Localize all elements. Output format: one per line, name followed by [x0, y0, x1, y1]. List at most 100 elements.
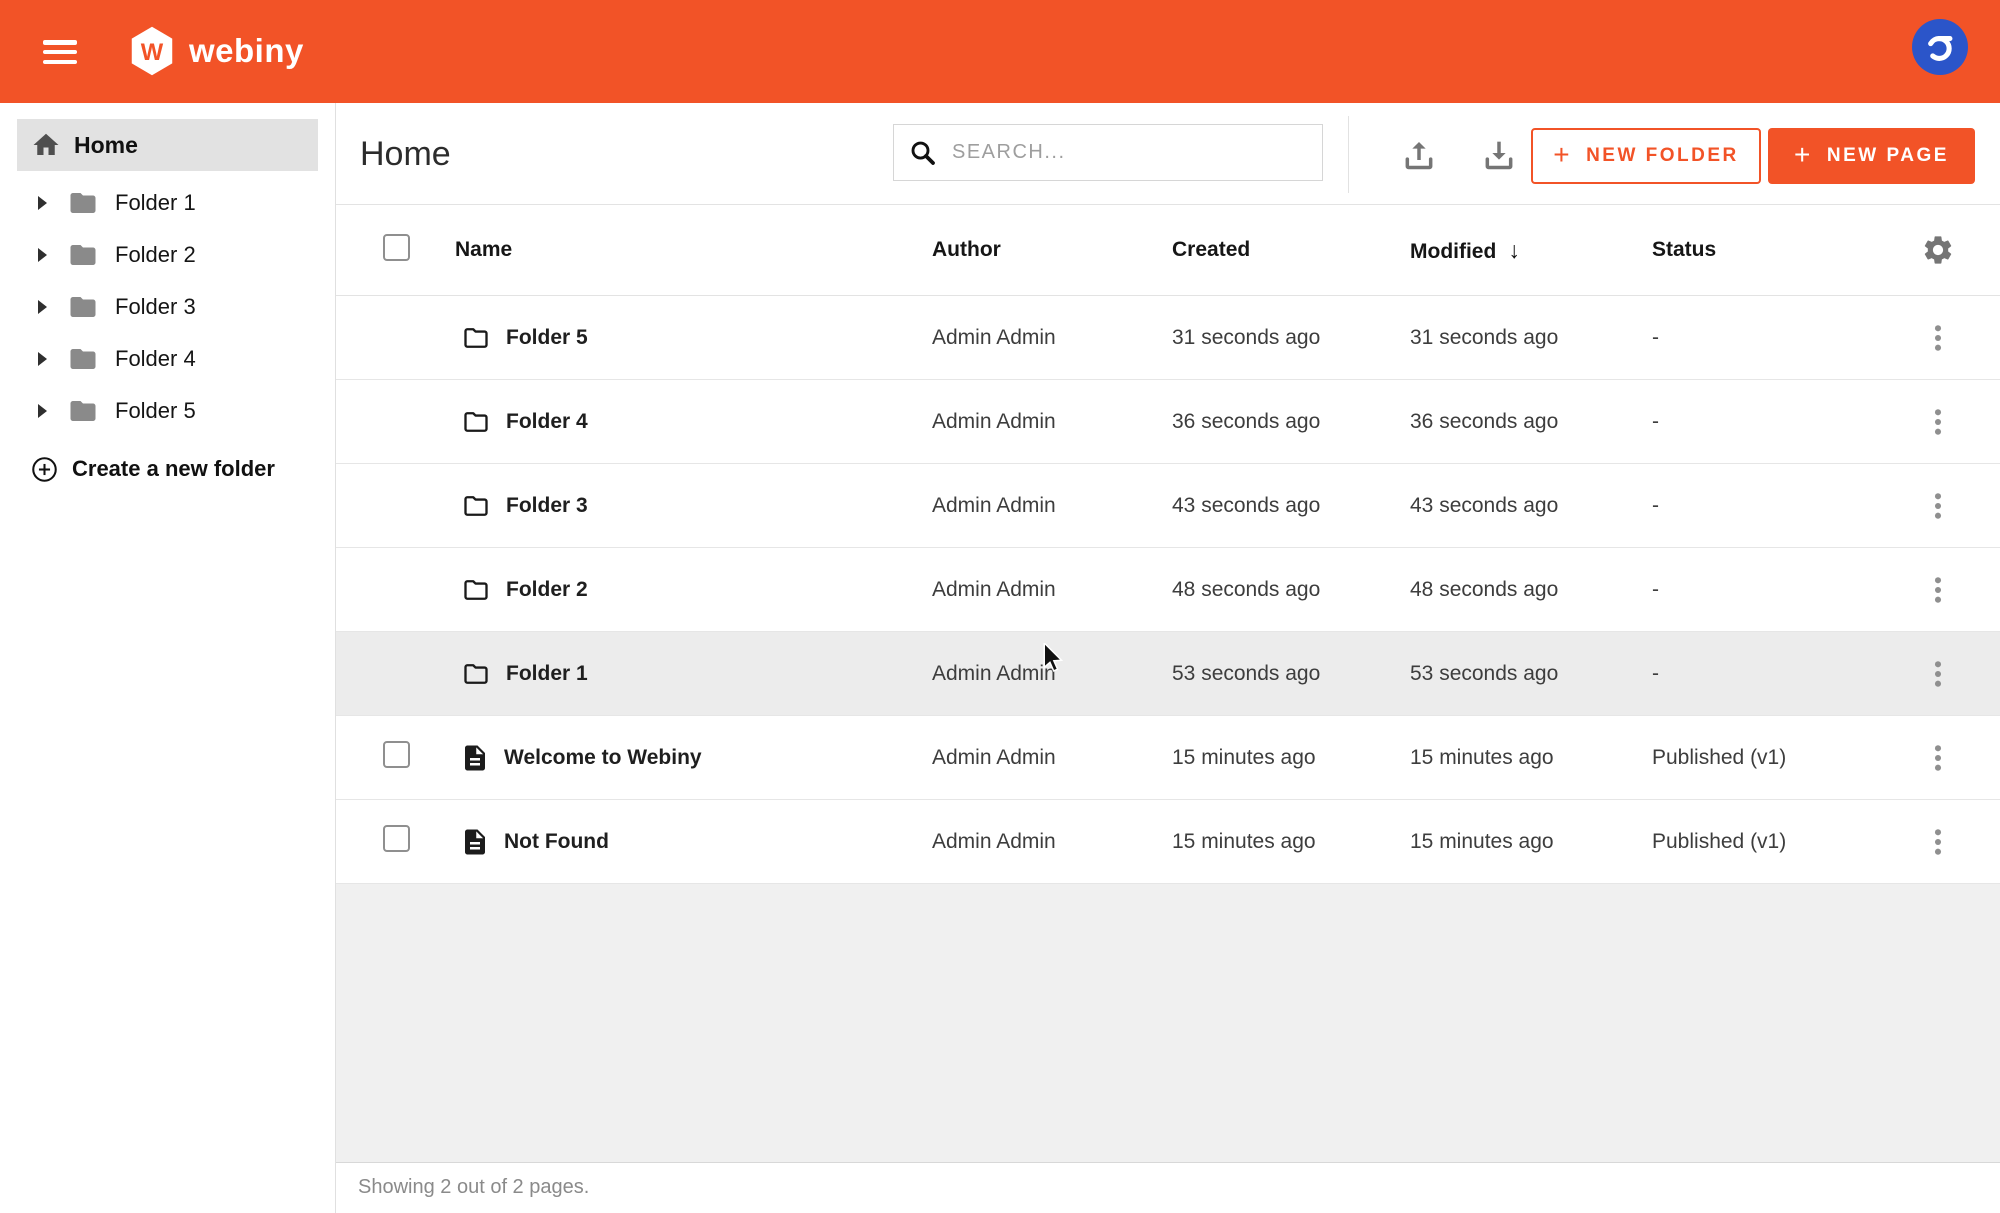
row-name[interactable]: Folder 4 — [506, 410, 588, 434]
table-row-folder-5[interactable]: Folder 5 Admin Admin 31 seconds ago 31 s… — [336, 296, 2000, 380]
plus-icon: + — [1794, 139, 1813, 171]
sidebar-folder-label: Folder 3 — [115, 294, 196, 320]
download-icon — [1479, 135, 1519, 175]
row-checkbox[interactable] — [383, 741, 410, 768]
plus-circle-icon — [30, 455, 59, 484]
document-icon — [460, 827, 490, 857]
folder-icon — [460, 660, 492, 688]
table-row-folder-2[interactable]: Folder 2 Admin Admin 48 seconds ago 48 s… — [336, 548, 2000, 632]
column-header-author[interactable]: Author — [932, 238, 1172, 262]
row-name[interactable]: Folder 2 — [506, 578, 588, 602]
new-page-label: NEW PAGE — [1827, 145, 1949, 167]
table-row-folder-3[interactable]: Folder 3 Admin Admin 43 seconds ago 43 s… — [336, 464, 2000, 548]
row-status: - — [1652, 410, 1906, 434]
new-folder-label: NEW FOLDER — [1586, 145, 1739, 167]
import-pages-button[interactable] — [1396, 132, 1442, 178]
row-status: - — [1652, 326, 1906, 350]
row-menu-icon[interactable] — [1923, 573, 1953, 607]
column-header-status[interactable]: Status — [1652, 238, 1906, 262]
caret-right-icon[interactable] — [38, 300, 47, 314]
row-name[interactable]: Folder 3 — [506, 494, 588, 518]
document-icon — [460, 743, 490, 773]
row-menu-icon[interactable] — [1923, 405, 1953, 439]
sidebar-item-home[interactable]: Home — [17, 119, 318, 171]
new-folder-button[interactable]: + NEW FOLDER — [1531, 128, 1761, 184]
row-author: Admin Admin — [932, 410, 1172, 434]
column-header-created[interactable]: Created — [1172, 238, 1410, 262]
page-title: Home — [360, 135, 451, 174]
toolbar: Home — [336, 103, 2000, 205]
sidebar-item-folder-4[interactable]: Folder 4 — [0, 333, 335, 385]
sidebar-item-folder-1[interactable]: Folder 1 — [0, 177, 335, 229]
caret-right-icon[interactable] — [38, 352, 47, 366]
user-avatar[interactable] — [1912, 19, 1968, 75]
row-name[interactable]: Folder 5 — [506, 326, 588, 350]
row-name[interactable]: Folder 1 — [506, 662, 588, 686]
row-menu-icon[interactable] — [1923, 825, 1953, 859]
gear-icon — [1921, 233, 1955, 267]
folder-icon — [66, 188, 100, 218]
table-row-folder-4[interactable]: Folder 4 Admin Admin 36 seconds ago 36 s… — [336, 380, 2000, 464]
row-created: 36 seconds ago — [1172, 410, 1410, 434]
row-name[interactable]: Welcome to Webiny — [504, 746, 702, 770]
row-created: 43 seconds ago — [1172, 494, 1410, 518]
search-input[interactable] — [952, 141, 1308, 164]
row-checkbox[interactable] — [383, 825, 410, 852]
row-status: - — [1652, 662, 1906, 686]
row-status: Published (v1) — [1652, 830, 1906, 854]
row-author: Admin Admin — [932, 494, 1172, 518]
svg-text:W: W — [141, 39, 164, 66]
hamburger-menu-icon[interactable] — [43, 40, 77, 64]
folder-tree-sidebar: Home Folder 1 Folder 2 Folder 3 — [0, 103, 336, 1213]
row-menu-icon[interactable] — [1923, 741, 1953, 775]
row-status: - — [1652, 494, 1906, 518]
column-header-name[interactable]: Name — [455, 238, 932, 262]
table-row-folder-1[interactable]: Folder 1 Admin Admin 53 seconds ago 53 s… — [336, 632, 2000, 716]
create-new-folder-button[interactable]: Create a new folder — [0, 443, 335, 495]
row-created: 31 seconds ago — [1172, 326, 1410, 350]
sidebar-folder-label: Folder 5 — [115, 398, 196, 424]
gravatar-icon — [1922, 29, 1958, 65]
row-created: 53 seconds ago — [1172, 662, 1410, 686]
webiny-admin-app: W webiny Home Folder 1 — [0, 0, 2000, 1213]
caret-right-icon[interactable] — [38, 404, 47, 418]
plus-icon: + — [1553, 139, 1572, 171]
table-row-page-not-found[interactable]: Not Found Admin Admin 15 minutes ago 15 … — [336, 800, 2000, 884]
row-author: Admin Admin — [932, 662, 1172, 686]
folder-icon — [66, 292, 100, 322]
sidebar-item-folder-5[interactable]: Folder 5 — [0, 385, 335, 437]
new-page-button[interactable]: + NEW PAGE — [1768, 128, 1975, 184]
webiny-logo: W webiny — [130, 26, 304, 76]
sidebar-item-folder-3[interactable]: Folder 3 — [0, 281, 335, 333]
row-created: 48 seconds ago — [1172, 578, 1410, 602]
row-modified: 31 seconds ago — [1410, 326, 1652, 350]
export-pages-button[interactable] — [1476, 132, 1522, 178]
table-row-page-welcome[interactable]: Welcome to Webiny Admin Admin 15 minutes… — [336, 716, 2000, 800]
row-menu-icon[interactable] — [1923, 657, 1953, 691]
folder-icon — [460, 408, 492, 436]
folder-icon — [66, 240, 100, 270]
row-modified: 15 minutes ago — [1410, 746, 1652, 770]
folder-icon — [460, 576, 492, 604]
sidebar-folder-label: Folder 1 — [115, 190, 196, 216]
row-name[interactable]: Not Found — [504, 830, 609, 854]
row-author: Admin Admin — [932, 326, 1172, 350]
caret-right-icon[interactable] — [38, 196, 47, 210]
row-author: Admin Admin — [932, 746, 1172, 770]
table-settings-button[interactable] — [1921, 233, 1955, 267]
top-bar: W webiny — [0, 0, 2000, 103]
search-icon — [908, 138, 938, 168]
folder-icon — [460, 492, 492, 520]
pagination-footer: Showing 2 out of 2 pages. — [336, 1162, 2000, 1212]
row-menu-icon[interactable] — [1923, 489, 1953, 523]
select-all-checkbox[interactable] — [383, 234, 410, 261]
column-header-modified[interactable]: Modified↓ — [1410, 237, 1652, 264]
row-menu-icon[interactable] — [1923, 321, 1953, 355]
row-modified: 48 seconds ago — [1410, 578, 1652, 602]
row-created: 15 minutes ago — [1172, 746, 1410, 770]
sidebar-item-folder-2[interactable]: Folder 2 — [0, 229, 335, 281]
folder-icon — [66, 396, 100, 426]
logo-hexagon-icon: W — [130, 26, 174, 76]
caret-right-icon[interactable] — [38, 248, 47, 262]
sort-desc-icon: ↓ — [1508, 237, 1520, 263]
